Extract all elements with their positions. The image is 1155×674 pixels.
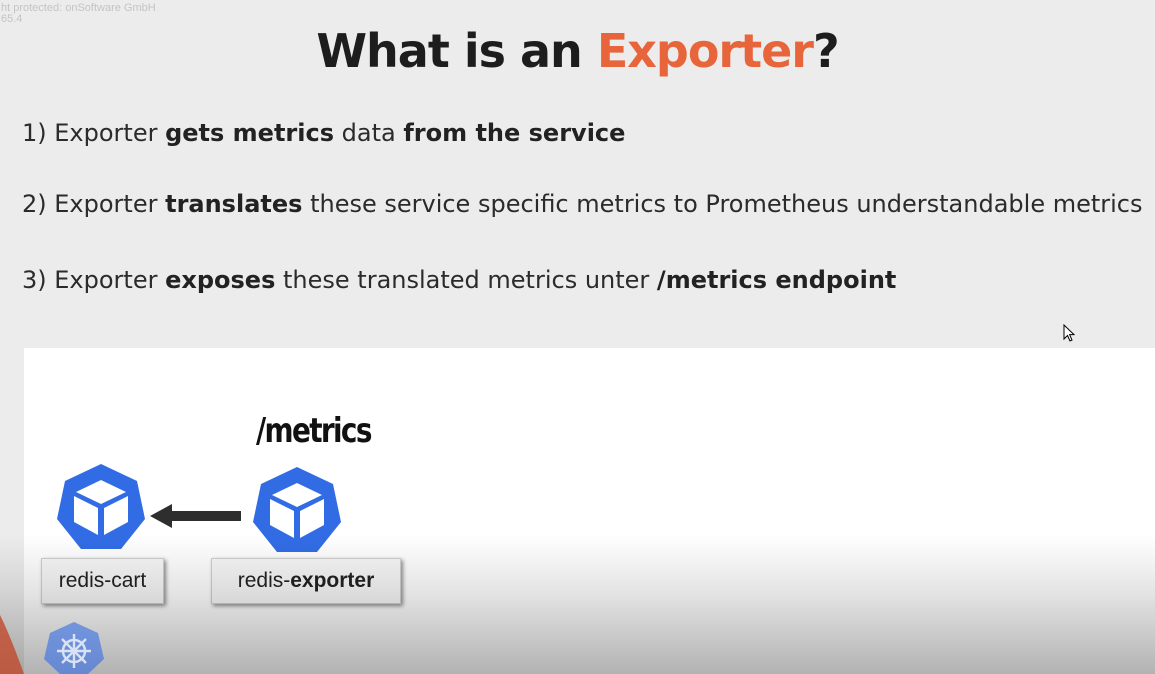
bullet-bold: exposes xyxy=(165,266,276,294)
bullet-text: these translated metrics unter xyxy=(275,266,657,294)
pod-cube-icon xyxy=(57,464,145,549)
bullet-text: Exporter xyxy=(54,190,166,218)
slide-title: What is an Exporter? xyxy=(0,24,1155,78)
pod-label-redis-exporter: redis-exporter xyxy=(211,558,401,604)
pod-name: redis-cart xyxy=(58,569,147,592)
watermark: ht protected: onSoftware GmbH 65.4 xyxy=(1,3,156,25)
title-suffix: ? xyxy=(813,24,840,78)
pod-label-redis-cart: redis-cart xyxy=(41,558,164,604)
watermark-line-1: ht protected: onSoftware GmbH xyxy=(1,2,156,14)
bullet-bold: translates xyxy=(165,190,303,218)
bullet-text: these service specific metrics to Promet… xyxy=(302,190,1143,218)
title-prefix: What is an xyxy=(316,24,597,78)
bullet-number: 2) xyxy=(22,190,55,218)
bullet-number: 3) xyxy=(22,266,55,294)
bullet-text: data xyxy=(334,119,404,147)
kubernetes-helm-icon xyxy=(44,622,104,674)
title-accent: Exporter xyxy=(596,24,814,78)
bullet-text: Exporter xyxy=(54,266,166,294)
bullet-text: Exporter xyxy=(54,119,166,147)
pod-name-bold: exporter xyxy=(290,569,375,592)
pod-name: redis- xyxy=(237,569,291,592)
bullet-point-2: 2) Exporter translates these service spe… xyxy=(22,190,1143,218)
arrow-left-icon xyxy=(150,504,241,528)
bullet-point-1: 1) Exporter gets metrics data from the s… xyxy=(22,119,625,147)
corner-shape xyxy=(0,615,24,674)
metrics-endpoint-label: /metrics xyxy=(256,411,372,451)
bullet-point-3: 3) Exporter exposes these translated met… xyxy=(22,266,896,294)
bullet-bold: from the service xyxy=(403,119,626,147)
bullet-number: 1) xyxy=(22,119,55,147)
pod-cube-icon xyxy=(253,467,341,552)
bullet-bold: /metrics endpoint xyxy=(656,266,897,294)
bullet-bold: gets metrics xyxy=(165,119,334,147)
mouse-cursor-icon xyxy=(1063,324,1075,342)
